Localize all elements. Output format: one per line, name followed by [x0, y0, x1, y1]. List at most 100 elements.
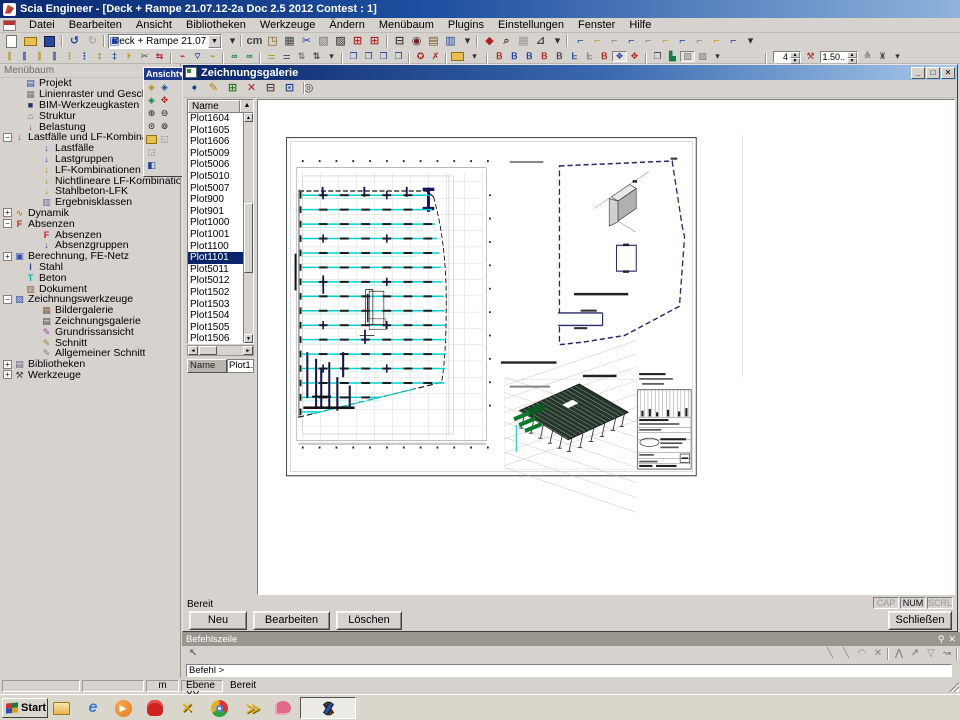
toolbar-icon[interactable]: Ᏼ [597, 51, 612, 62]
tree-item[interactable]: T Beton [0, 272, 180, 283]
menu-item[interactable]: Ansicht [129, 18, 179, 32]
toolbar-icon[interactable]: Ᏼ [507, 51, 522, 62]
tree-expander[interactable]: − [3, 133, 12, 142]
units-icon[interactable]: cm [246, 34, 263, 49]
menu-item[interactable]: Datei [22, 18, 62, 32]
toolbar-icon[interactable]: ⊞ [366, 34, 383, 49]
toolbar-icon[interactable]: ▙ [665, 51, 680, 62]
spinner-arrows-icon[interactable]: ▲▼ [790, 52, 800, 62]
tree-item[interactable]: − F Absenzen [0, 218, 180, 229]
edit-button[interactable]: Bearbeiten [253, 611, 330, 630]
toolbar-icon[interactable]: ❐ [361, 51, 376, 62]
menu-item[interactable]: Einstellungen [491, 18, 571, 32]
search-icon[interactable]: ⌕ [498, 34, 515, 49]
toolbar-icon[interactable] [158, 146, 171, 159]
plate-icon[interactable]: ⌐ [674, 34, 691, 49]
menu-item[interactable]: Fenster [571, 18, 622, 32]
tools-icon[interactable]: ✕ [176, 698, 198, 718]
window-icon[interactable]: ▣ [106, 34, 123, 49]
toolbar-icon[interactable]: ▨ [680, 51, 695, 62]
toolbar-icon[interactable]: ⚌ [264, 51, 279, 62]
toolbar-icon[interactable]: ⌔ [190, 51, 205, 62]
toolbar-icon[interactable]: ❖ [612, 51, 627, 62]
internet-explorer-icon[interactable]: e [82, 698, 104, 718]
undo-icon[interactable]: ↺ [66, 34, 83, 49]
menu-item[interactable]: Bearbeiten [62, 18, 129, 32]
plot-list-item[interactable]: Plot901 [188, 206, 243, 218]
tree-expander[interactable]: + [3, 252, 12, 261]
sort-ascending-icon[interactable]: ▲ [240, 100, 253, 112]
plate-icon[interactable]: ⌐ [606, 34, 623, 49]
tree-expander[interactable]: − [3, 219, 12, 228]
toolbar-icon[interactable]: ⋀ [891, 647, 907, 661]
chevron-down-icon[interactable]: ▾ [710, 51, 725, 62]
plot-list-item[interactable]: Plot900 [188, 194, 243, 206]
plate-icon[interactable]: ⌐ [640, 34, 657, 49]
tree-item[interactable]: I Stahl [0, 262, 180, 273]
toolbar-icon[interactable]: ⫿ [32, 51, 47, 62]
plot-list-column-header[interactable]: Name [188, 100, 240, 112]
toolbar-icon[interactable]: ▨ [332, 34, 349, 49]
cut-icon[interactable]: ✂ [298, 34, 315, 49]
plot-list-item[interactable]: Plot5006 [188, 159, 243, 171]
tree-item[interactable]: ✎ Schnitt [0, 337, 180, 348]
toolbar-icon[interactable]: ✂ [137, 51, 152, 62]
delete-icon[interactable]: ✕ [242, 81, 261, 96]
toolbar-icon[interactable]: ▧ [315, 34, 332, 49]
toolbar-icon[interactable]: ⫿ [2, 51, 17, 62]
paint-icon[interactable] [272, 698, 294, 718]
delete-button[interactable]: Löschen [336, 611, 402, 630]
toolbar-icon[interactable]: ≙ [860, 51, 875, 62]
plate-icon[interactable]: ⌐ [708, 34, 725, 49]
chevron-down-icon[interactable]: ▾ [742, 34, 759, 49]
tree-item[interactable]: + ▣ Berechnung, FE-Netz [0, 251, 180, 262]
toolbar-icon[interactable]: ▽ [923, 647, 939, 661]
toolbar-icon[interactable]: ⋮ [62, 51, 77, 62]
toolbar-icon[interactable]: ⊿ [532, 34, 549, 49]
plate-icon[interactable]: ⌐ [725, 34, 742, 49]
chevron-down-icon[interactable]: ▾ [324, 51, 339, 62]
plate-icon[interactable]: ⌐ [623, 34, 640, 49]
toolbar-icon[interactable]: Ᏼ [552, 51, 567, 62]
toolbar-icon[interactable]: ✕ [870, 647, 886, 661]
drawing-preview[interactable] [257, 99, 955, 595]
tree-item[interactable]: − ▨ Zeichnungswerkzeuge [0, 294, 180, 305]
hand-icon[interactable] [144, 698, 166, 718]
new-button[interactable]: Neu [189, 611, 247, 630]
factor-spinner[interactable]: 1.50.. ▲▼ [820, 51, 858, 63]
plot-list-item[interactable]: Plot1001 [188, 229, 243, 241]
scrollbar-thumb[interactable] [199, 346, 217, 355]
tree-expander[interactable]: + [3, 208, 12, 217]
toolbar-icon[interactable]: ❐ [391, 51, 406, 62]
start-button[interactable]: Start [2, 698, 48, 718]
scrollbar-thumb[interactable] [244, 203, 253, 273]
scroll-left-icon[interactable]: ◄ [188, 346, 198, 355]
toolbar-icon[interactable]: ‡ [92, 51, 107, 62]
menu-item[interactable]: Menübaum [372, 18, 441, 32]
open-file-icon[interactable] [145, 133, 158, 146]
tree-item[interactable]: ▤ Zeichnungsgalerie [0, 316, 180, 327]
toolbar-icon[interactable]: ♜ [875, 51, 890, 62]
toolbar-icon[interactable]: ↝ [939, 647, 955, 661]
menu-item[interactable]: Hilfe [622, 18, 658, 32]
menu-item[interactable]: Ändern [322, 18, 371, 32]
redo-icon[interactable]: ↻ [84, 34, 101, 49]
toolbar-icon[interactable]: Ᏼ [522, 51, 537, 62]
toolbar-icon[interactable]: ⇅ [309, 51, 324, 62]
toolbar-icon[interactable]: ❐ [650, 51, 665, 62]
preview-icon[interactable]: ◉ [408, 34, 425, 49]
toolbar-icon[interactable]: ◆ [481, 34, 498, 49]
name-property-value[interactable]: Plot1... [227, 359, 254, 373]
toolbar-icon[interactable]: ᖶ [582, 51, 597, 62]
plate-icon[interactable]: ⌐ [691, 34, 708, 49]
toolbar-icon[interactable]: ╲ [822, 647, 838, 661]
print-icon[interactable]: ⊟ [261, 81, 280, 96]
view-icon[interactable]: ◈ [145, 94, 158, 107]
edit-plot-icon[interactable]: ✎ [204, 81, 223, 96]
save-icon[interactable] [41, 34, 58, 49]
zoom-window-icon[interactable]: ⊙ [145, 120, 158, 133]
toolbar-icon[interactable]: ⚌ [279, 51, 294, 62]
media-player-icon[interactable]: ▶ [112, 698, 134, 718]
view-icon[interactable]: ◲ [145, 146, 158, 159]
chevron-down-icon[interactable]: ▾ [549, 34, 566, 49]
